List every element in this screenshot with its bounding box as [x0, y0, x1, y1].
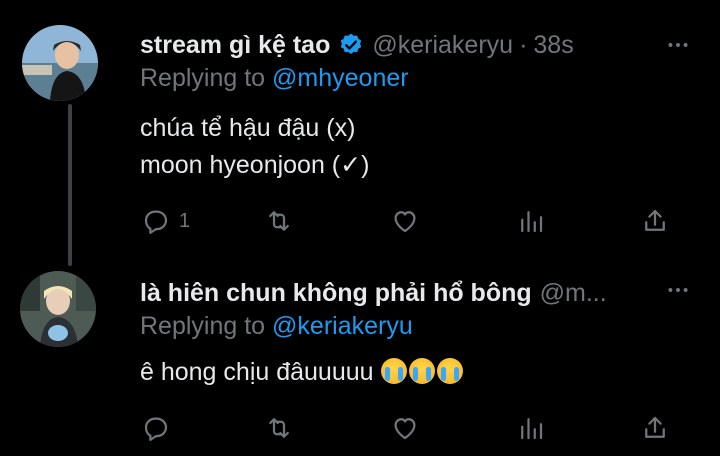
loudly-crying-face-emoji-icon — [408, 358, 435, 384]
reply-icon — [144, 210, 168, 234]
avatar[interactable] — [20, 271, 96, 347]
share-button[interactable] — [640, 206, 670, 236]
replying-to-label: Replying to — [140, 64, 266, 92]
handle[interactable]: @m... — [540, 279, 607, 308]
like-button[interactable] — [390, 206, 420, 236]
retweet-icon — [269, 418, 289, 438]
share-icon — [645, 416, 665, 438]
more-options-icon[interactable] — [663, 30, 693, 60]
replying-to-mention[interactable]: @mhyeoner — [272, 64, 409, 92]
views-icon — [521, 211, 543, 233]
tweet-1[interactable]: stream gì kệ tao @keriakeryu · 38s Reply… — [0, 0, 720, 266]
share-button[interactable] — [640, 413, 670, 443]
retweet-button[interactable] — [264, 206, 294, 236]
handle[interactable]: @keriakeryu — [372, 31, 513, 60]
retweet-button[interactable] — [264, 413, 294, 443]
reply-count: 1 — [179, 209, 191, 232]
tweet-text: ê hong chịu đâuuuuu — [140, 358, 374, 386]
more-options-icon[interactable] — [663, 275, 693, 305]
share-icon — [645, 209, 665, 231]
reply-button[interactable] — [141, 413, 171, 443]
replying-to-label: Replying to — [140, 312, 266, 340]
replying-to: Replying to @mhyeoner — [140, 64, 409, 93]
loudly-crying-face-emoji-icon — [436, 358, 463, 384]
timestamp[interactable]: 38s — [533, 31, 573, 60]
replying-to-mention[interactable]: @keriakeryu — [272, 312, 413, 340]
tweet-text-line: moon hyeonjoon (✓) — [140, 151, 370, 179]
retweet-icon — [269, 211, 289, 231]
reply-icon — [144, 417, 168, 441]
display-name[interactable]: stream gì kệ tao — [140, 31, 330, 60]
replying-to: Replying to @keriakeryu — [140, 312, 413, 341]
tweet-text-line: ê hong chịu đâuuuuu — [140, 358, 465, 387]
views-icon — [521, 418, 543, 440]
reply-button[interactable]: 1 — [141, 206, 190, 236]
views-button[interactable] — [516, 413, 546, 443]
like-icon — [394, 211, 416, 233]
avatar[interactable] — [22, 25, 98, 101]
loudly-crying-face-emoji-icon — [380, 358, 407, 384]
like-button[interactable] — [390, 413, 420, 443]
verified-badge-icon — [338, 32, 364, 58]
tweet-text-line: chúa tể hậu đậu (x) — [140, 114, 356, 142]
separator-dot: · — [519, 30, 528, 59]
display-name[interactable]: là hiên chun không phải hổ bông — [140, 279, 532, 308]
tweet-2[interactable]: là hiên chun không phải hổ bông @m... Re… — [0, 266, 720, 456]
views-button[interactable] — [516, 206, 546, 236]
like-icon — [394, 418, 416, 440]
